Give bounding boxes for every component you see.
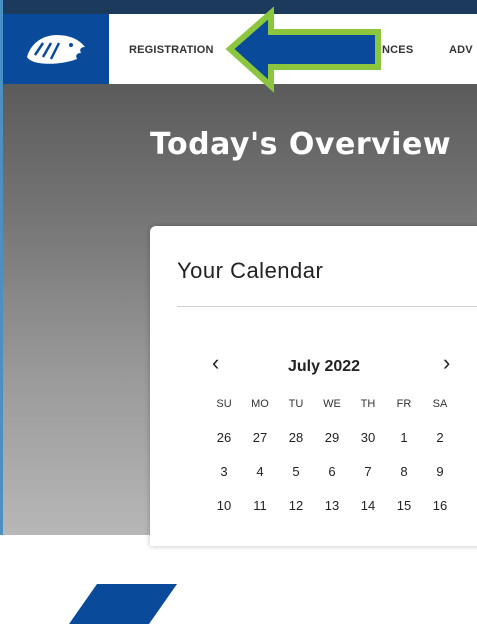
green-outlined-arrow-icon	[225, 6, 381, 93]
